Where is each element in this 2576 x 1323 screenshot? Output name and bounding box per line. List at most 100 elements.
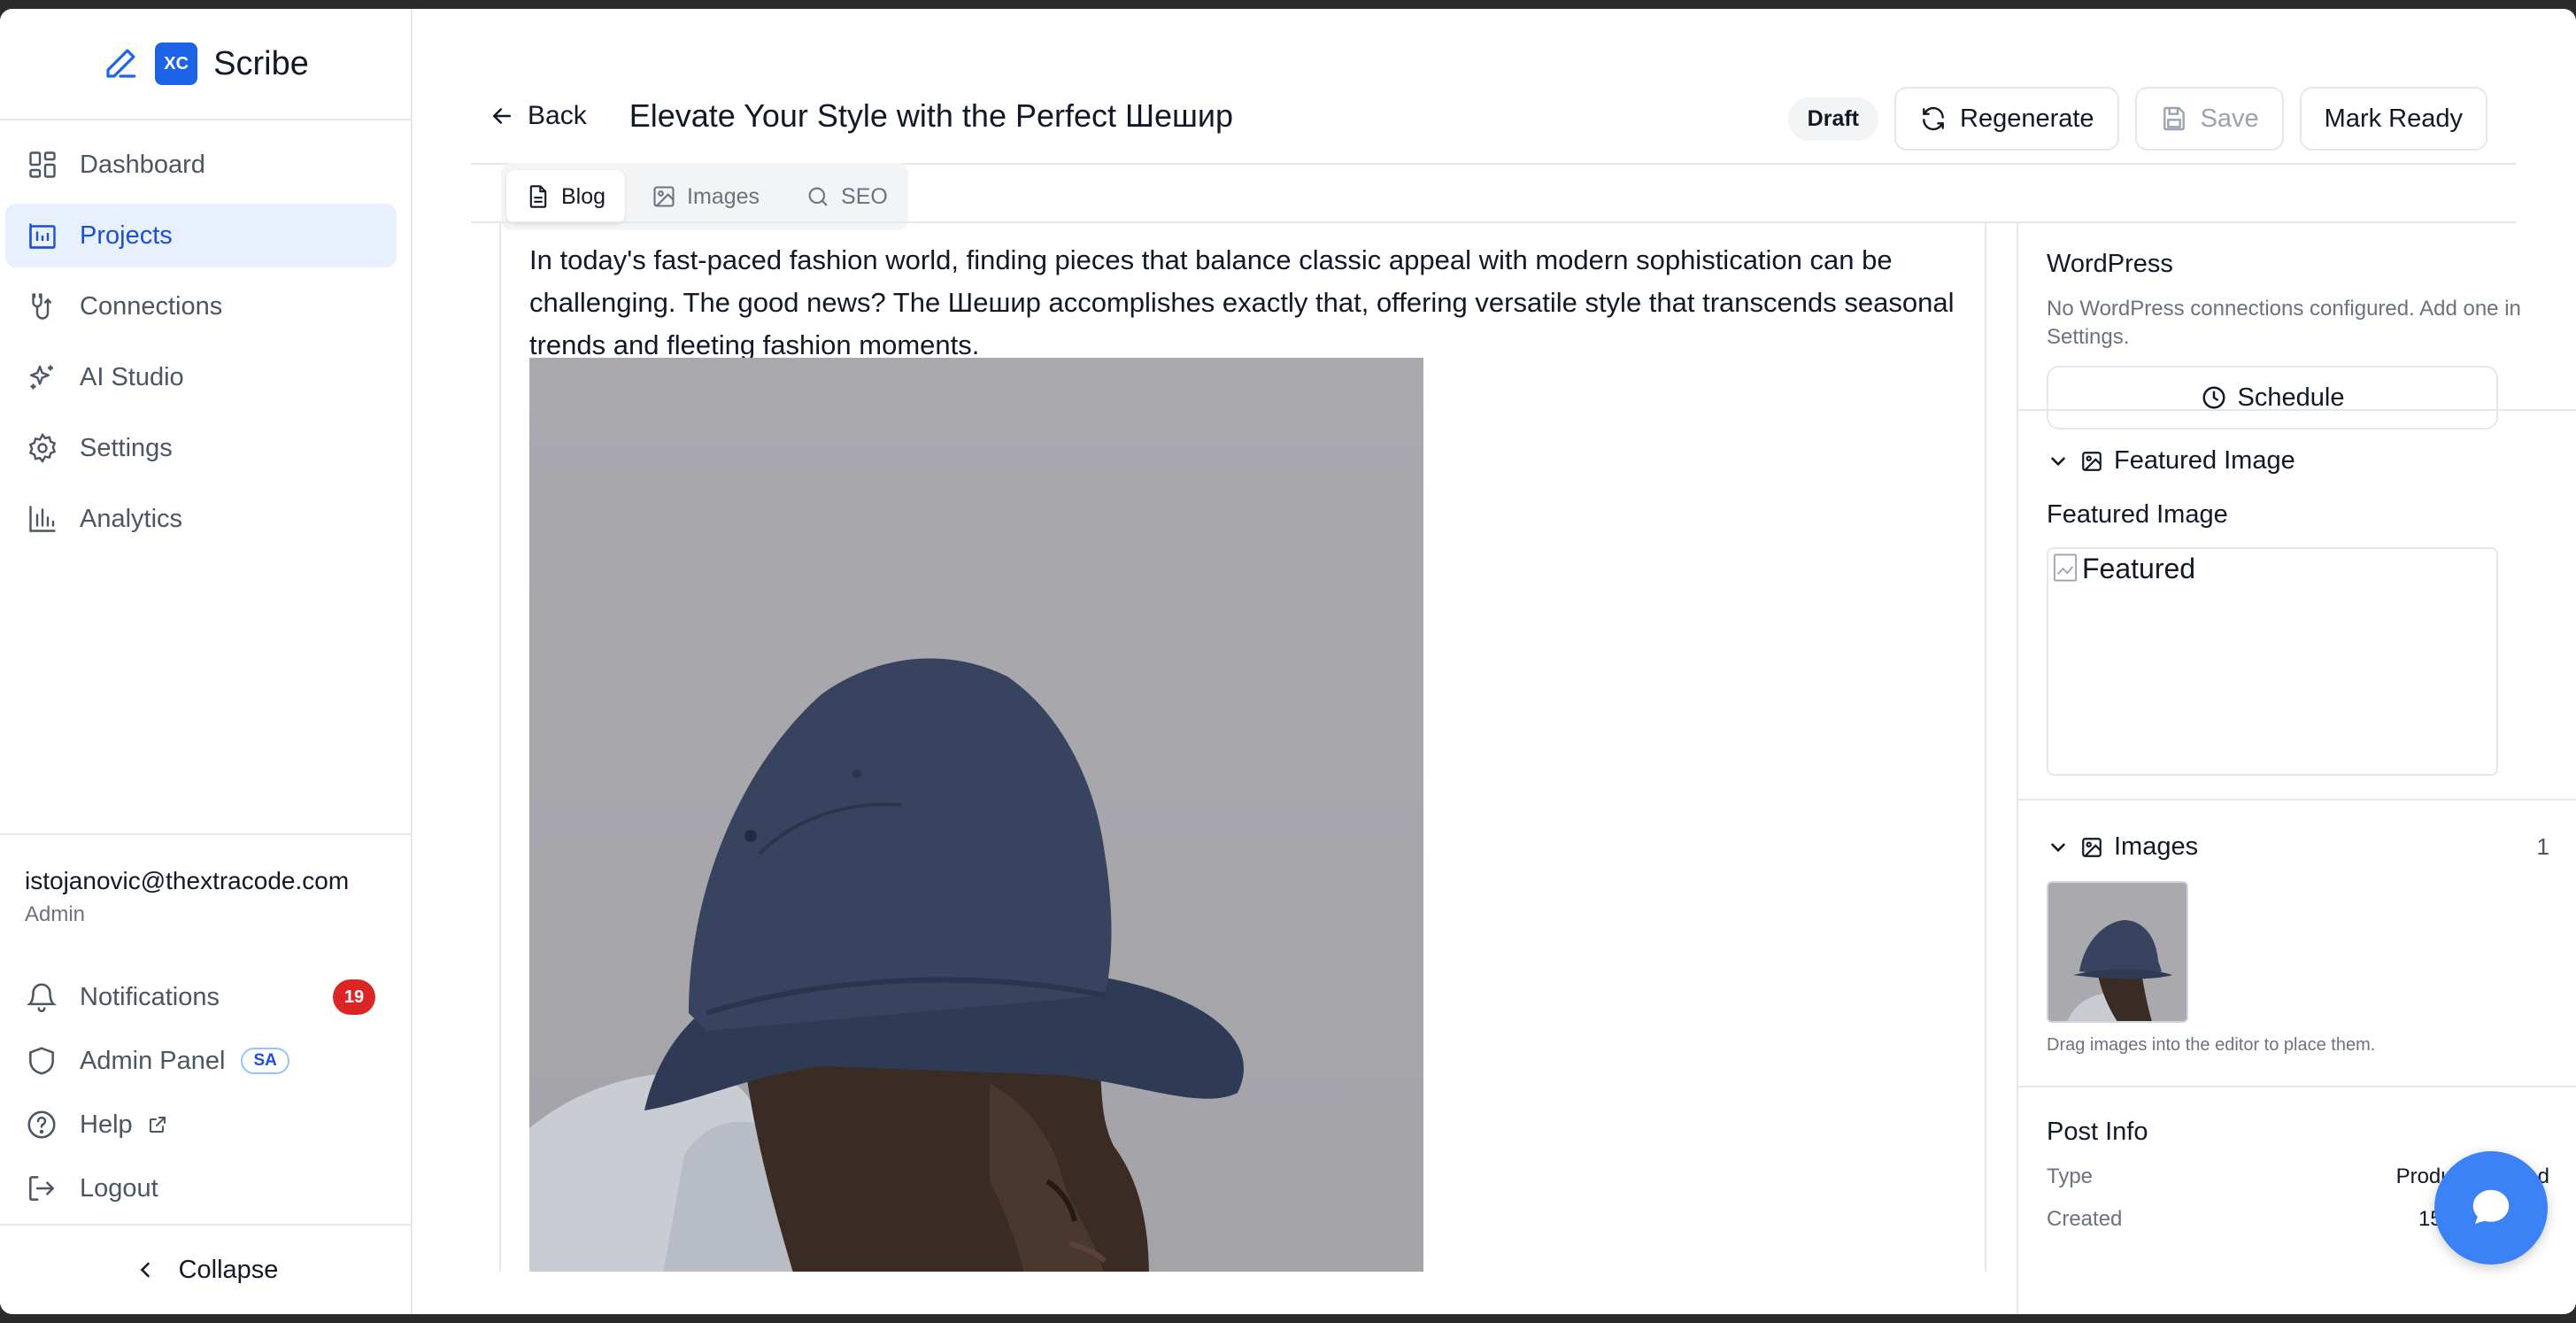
arrow-left-icon bbox=[492, 108, 511, 124]
help-link[interactable]: Help bbox=[0, 1093, 411, 1157]
help-circle-icon bbox=[27, 1110, 56, 1139]
save-icon bbox=[2163, 106, 2185, 131]
images-section-title: Images bbox=[2114, 832, 2199, 861]
save-label: Save bbox=[2200, 104, 2259, 133]
pen-icon bbox=[106, 49, 136, 78]
wordpress-message: No WordPress connections configured. Add… bbox=[2047, 297, 2521, 349]
bucket-hat-photo bbox=[529, 658, 1244, 1272]
schedule-label: Schedule bbox=[2237, 383, 2345, 412]
tab-label: Blog bbox=[561, 183, 606, 209]
image-icon bbox=[2082, 451, 2102, 471]
blog-editor[interactable]: In today's fast-paced fashion world, fin… bbox=[499, 223, 1986, 1272]
chat-bubble-icon bbox=[2472, 1189, 2510, 1224]
featured-image-label: Featured Image bbox=[2047, 500, 2228, 529]
broken-image-icon bbox=[2053, 553, 2078, 582]
tab-blog[interactable]: Blog bbox=[506, 170, 626, 223]
mark-ready-button[interactable]: Mark Ready bbox=[2299, 87, 2487, 151]
main-nav: Dashboard Projects Connections AI Studio… bbox=[0, 120, 411, 551]
chevron-down-icon bbox=[2051, 456, 2065, 466]
sidebar-item-connections[interactable]: Connections bbox=[5, 275, 397, 338]
bar-chart-icon bbox=[29, 506, 56, 532]
type-key: Type bbox=[2047, 1164, 2094, 1188]
save-button[interactable]: Save bbox=[2134, 87, 2284, 151]
refresh-icon bbox=[1923, 106, 1944, 131]
collapse-label: Collapse bbox=[178, 1255, 279, 1284]
external-link-icon bbox=[149, 1117, 166, 1133]
help-label: Help bbox=[80, 1110, 133, 1139]
editor-tabs: Blog Images SEO bbox=[501, 163, 908, 230]
regenerate-button[interactable]: Regenerate bbox=[1894, 87, 2119, 151]
sidebar-item-analytics[interactable]: Analytics bbox=[5, 487, 397, 551]
utility-nav: Notifications 19 Admin Panel SA Help Log… bbox=[0, 965, 411, 1220]
images-header[interactable]: Images 1 bbox=[2047, 832, 2549, 862]
gear-icon bbox=[28, 432, 57, 464]
sidebar-item-label: Analytics bbox=[80, 504, 183, 533]
main-content: Back Elevate Your Style with the Perfect… bbox=[413, 9, 2576, 1314]
featured-image-alt: Featured bbox=[2082, 553, 2196, 584]
wordpress-title: WordPress bbox=[2047, 250, 2173, 278]
bucket-hat-thumbnail bbox=[2048, 883, 2187, 1021]
connections-icon bbox=[32, 293, 52, 320]
tab-images[interactable]: Images bbox=[632, 170, 779, 223]
search-icon bbox=[808, 187, 828, 206]
sidebar-item-label: Connections bbox=[80, 291, 223, 321]
featured-image-section: Featured Image Featured Image Featured bbox=[2018, 411, 2576, 801]
app-name: Scribe bbox=[213, 44, 309, 82]
back-button[interactable]: Back bbox=[489, 101, 587, 131]
notifications-link[interactable]: Notifications 19 bbox=[0, 965, 411, 1029]
user-role: Admin bbox=[25, 902, 86, 926]
role-badge: SA bbox=[241, 1048, 289, 1074]
logout-label: Logout bbox=[80, 1173, 158, 1203]
chat-launcher-button[interactable] bbox=[2434, 1151, 2548, 1265]
notifications-label: Notifications bbox=[80, 982, 220, 1011]
logo: XC bbox=[155, 43, 198, 85]
chevron-down-icon bbox=[2051, 842, 2065, 852]
regenerate-label: Regenerate bbox=[1960, 104, 2094, 133]
sidebar-item-label: Dashboard bbox=[80, 150, 205, 179]
admin-panel-link[interactable]: Admin Panel SA bbox=[0, 1029, 411, 1093]
sidebar-item-ai-studio[interactable]: AI Studio bbox=[5, 345, 397, 409]
tab-label: Images bbox=[687, 183, 760, 209]
tab-seo[interactable]: SEO bbox=[786, 170, 907, 223]
featured-image-section-title: Featured Image bbox=[2114, 446, 2295, 475]
image-thumbnail[interactable] bbox=[2047, 881, 2188, 1023]
editor-paragraph[interactable]: In today's fast-paced fashion world, fin… bbox=[529, 239, 1963, 367]
header-actions: Draft Regenerate Save Mark Ready bbox=[1787, 87, 2487, 151]
sidebar: XC Scribe Dashboard Projects Connections… bbox=[0, 9, 413, 1314]
user-profile: istojanovic@thextracode.com Admin bbox=[0, 833, 411, 927]
chevron-left-icon bbox=[140, 1262, 150, 1278]
created-key: Created bbox=[2047, 1207, 2123, 1231]
sidebar-item-label: Projects bbox=[80, 220, 173, 250]
page-title: Elevate Your Style with the Perfect Шеши… bbox=[629, 97, 1234, 134]
back-label: Back bbox=[528, 101, 587, 130]
clock-icon bbox=[2202, 386, 2225, 409]
wordpress-section: WordPress No WordPress connections confi… bbox=[2018, 223, 2576, 429]
dashboard-icon bbox=[29, 151, 56, 178]
article-image[interactable] bbox=[529, 358, 1423, 1272]
image-icon bbox=[2082, 837, 2102, 857]
images-section: Images 1 Drag images into the editor to … bbox=[2018, 801, 2576, 1087]
page-header: Back Elevate Your Style with the Perfect… bbox=[471, 62, 2516, 165]
featured-image-header[interactable]: Featured Image bbox=[2047, 446, 2549, 476]
mark-ready-label: Mark Ready bbox=[2324, 104, 2463, 133]
shield-icon bbox=[29, 1047, 54, 1075]
notification-count-badge: 19 bbox=[333, 979, 375, 1015]
images-hint: Drag images into the editor to place the… bbox=[2047, 1035, 2376, 1055]
logout-link[interactable]: Logout bbox=[0, 1157, 411, 1220]
bell-icon bbox=[26, 983, 58, 1013]
admin-panel-label: Admin Panel bbox=[80, 1046, 226, 1075]
collapse-button[interactable]: Collapse bbox=[0, 1224, 411, 1314]
sidebar-item-projects[interactable]: Projects bbox=[5, 204, 397, 267]
sidebar-item-settings[interactable]: Settings bbox=[5, 416, 397, 480]
user-email: istojanovic@thextracode.com bbox=[25, 867, 350, 894]
status-badge: Draft bbox=[1787, 97, 1878, 141]
document-icon bbox=[529, 185, 547, 208]
brand[interactable]: XC Scribe bbox=[0, 9, 411, 120]
sidebar-item-label: AI Studio bbox=[80, 362, 184, 391]
featured-image-dropzone[interactable]: Featured bbox=[2047, 547, 2498, 776]
tab-label: SEO bbox=[841, 183, 888, 209]
sidebar-item-dashboard[interactable]: Dashboard bbox=[5, 133, 397, 197]
post-info-title: Post Info bbox=[2047, 1118, 2148, 1146]
sidebar-item-label: Settings bbox=[80, 433, 173, 462]
image-icon bbox=[653, 186, 675, 207]
